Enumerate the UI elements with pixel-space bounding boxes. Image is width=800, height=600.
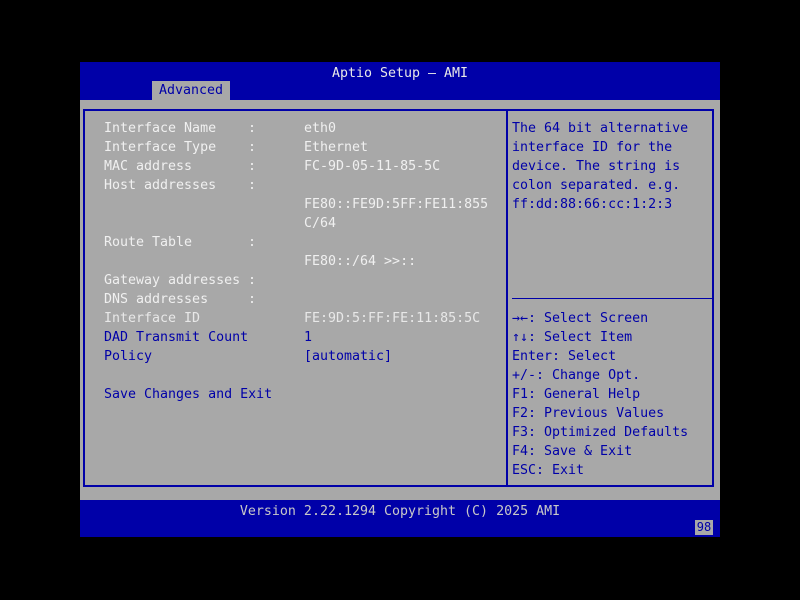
help-line: device. The string is [512, 159, 681, 174]
panel-divider [506, 109, 508, 487]
gateway-addresses-label: Gateway addresses [104, 273, 241, 288]
mac-address-label: MAC address [104, 159, 193, 174]
footer-bar: Version 2.22.1294 Copyright (C) 2025 AMI… [80, 500, 720, 537]
interface-type-value: Ethernet [304, 140, 369, 155]
tab-advanced[interactable]: Advanced [152, 81, 230, 100]
key-hint-f1: F1: General Help [512, 387, 641, 402]
dns-addresses-colon: : [248, 292, 257, 307]
route-table-colon: : [248, 235, 257, 250]
key-hint-change-opt: +/-: Change Opt. [512, 368, 641, 383]
interface-type-label: Interface Type [104, 140, 217, 155]
key-hint-f2: F2: Previous Values [512, 406, 665, 421]
key-hint-f4: F4: Save & Exit [512, 444, 633, 459]
policy-label[interactable]: Policy [104, 347, 152, 366]
key-hint-enter: Enter: Select [512, 349, 617, 364]
dad-transmit-count-label[interactable]: DAD Transmit Count [104, 328, 248, 347]
help-separator [512, 298, 712, 299]
interface-name-colon: : [248, 121, 257, 136]
title-bar: Aptio Setup – AMI Advanced [80, 62, 720, 100]
bios-screen: Aptio Setup – AMI Advanced Interface Nam… [80, 62, 720, 537]
key-hint-f3: F3: Optimized Defaults [512, 425, 689, 440]
help-line: The 64 bit alternative [512, 121, 689, 136]
help-line: colon separated. e.g. [512, 178, 681, 193]
host-addresses-value-line1: FE80::FE9D:5FF:FE11:855 [304, 197, 489, 212]
host-addresses-value-line2: C/64 [304, 216, 337, 231]
mac-address-value: FC-9D-05-11-85-5C [304, 159, 441, 174]
interface-name-value: eth0 [304, 121, 337, 136]
host-addresses-label: Host addresses [104, 178, 217, 193]
status-badge: 98 [695, 520, 713, 535]
save-changes-exit-item[interactable]: Save Changes and Exit [104, 385, 272, 404]
help-line: interface ID for the [512, 140, 673, 155]
dad-transmit-count-value[interactable]: 1 [304, 328, 312, 347]
interface-name-label: Interface Name [104, 121, 217, 136]
host-addresses-colon: : [248, 178, 257, 193]
key-hint-select-screen: →←: Select Screen [512, 311, 649, 326]
interface-id-value[interactable]: FE:9D:5:FF:FE:11:85:5C [304, 309, 480, 328]
dns-addresses-label: DNS addresses [104, 292, 209, 307]
version-text: Version 2.22.1294 Copyright (C) 2025 AMI [239, 504, 561, 519]
mac-address-colon: : [248, 159, 257, 174]
key-hint-select-item: ↑↓: Select Item [512, 330, 633, 345]
route-table-value: FE80::/64 >>:: [304, 254, 417, 269]
interface-id-label[interactable]: Interface ID [104, 309, 200, 328]
help-line: ff:dd:88:66:cc:1:2:3 [512, 197, 673, 212]
gateway-addresses-colon: : [248, 273, 257, 288]
policy-value[interactable]: [automatic] [304, 347, 392, 366]
route-table-label: Route Table [104, 235, 193, 250]
key-hint-esc: ESC: Exit [512, 463, 585, 478]
interface-type-colon: : [248, 140, 257, 155]
